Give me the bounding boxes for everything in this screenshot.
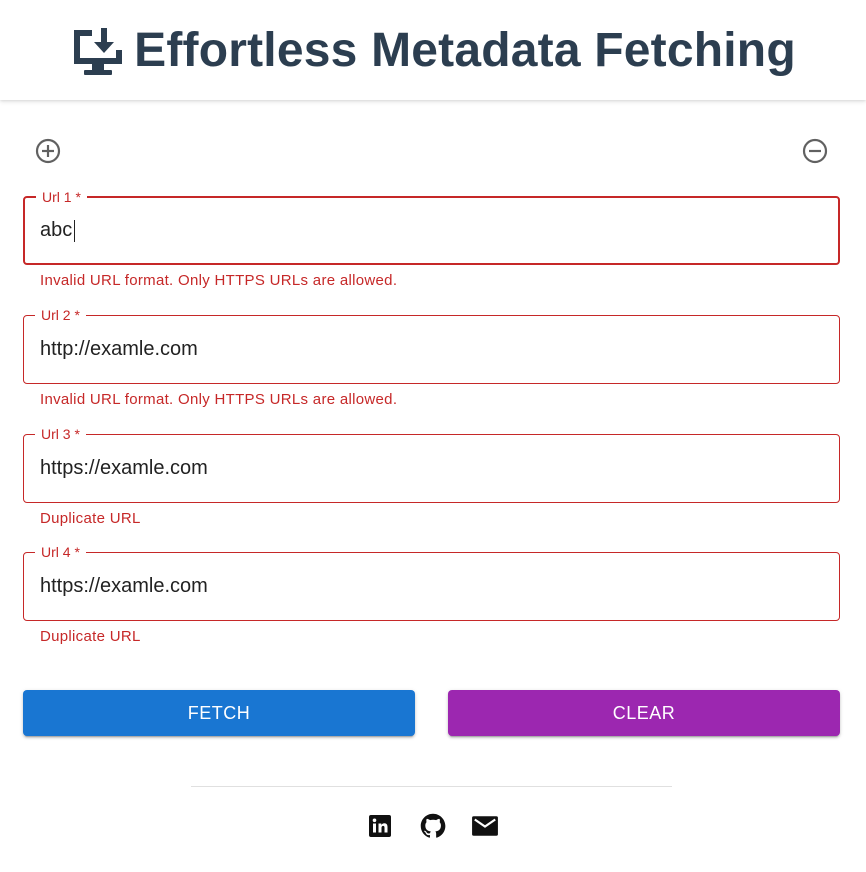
clear-button[interactable]: CLEAR <box>448 690 840 736</box>
url-4-field[interactable]: Url 4 * <box>23 543 840 621</box>
url-4-input[interactable] <box>40 553 820 620</box>
url-2-field[interactable]: Url 2 * <box>23 306 840 384</box>
github-link[interactable] <box>419 812 447 840</box>
url-2-error: Invalid URL format. Only HTTPS URLs are … <box>40 391 398 408</box>
add-circle-outline-icon <box>35 138 61 164</box>
remove-url-button[interactable] <box>800 136 830 166</box>
download-to-desktop-icon <box>74 28 123 75</box>
url-2-input[interactable] <box>40 316 820 383</box>
url-3-field[interactable]: Url 3 * <box>23 425 840 503</box>
url-3-input[interactable] <box>40 435 820 502</box>
footer-divider <box>191 786 672 787</box>
remove-circle-outline-icon <box>802 138 828 164</box>
linkedin-icon <box>369 815 391 837</box>
email-icon <box>472 816 498 836</box>
add-url-button[interactable] <box>33 136 63 166</box>
linkedin-link[interactable] <box>366 812 394 840</box>
page-title: Effortless Metadata Fetching <box>134 23 796 77</box>
url-1-input[interactable] <box>40 198 820 263</box>
github-icon <box>420 813 446 838</box>
email-link[interactable] <box>471 812 499 840</box>
url-1-error: Invalid URL format. Only HTTPS URLs are … <box>40 272 398 289</box>
url-1-field[interactable]: Url 1 * <box>23 188 840 265</box>
url-3-error: Duplicate URL <box>40 510 141 527</box>
app-header: Effortless Metadata Fetching <box>0 0 866 100</box>
text-caret <box>74 220 75 242</box>
fetch-button[interactable]: FETCH <box>23 690 415 736</box>
url-4-error: Duplicate URL <box>40 628 141 645</box>
